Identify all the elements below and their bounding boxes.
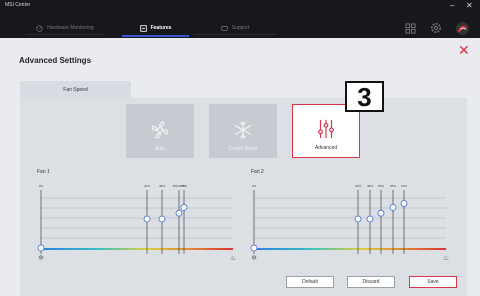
point-label: 40%: [355, 184, 361, 188]
snowflake-icon: ❄: [251, 254, 257, 262]
mode-label: Advanced: [314, 145, 338, 151]
tab-label: Support: [231, 25, 250, 31]
features-icon: [139, 24, 147, 32]
temperature-gradient-bar: [41, 248, 233, 250]
fan-1-label: Fan 1: [37, 169, 50, 175]
point-label: 75%: [401, 184, 407, 188]
fan-1-curve-chart[interactable]: 0% 40% 48% 55%/48%75%❄ ♨: [37, 180, 237, 268]
point-label: 65%: [390, 184, 396, 188]
tab-fan-speed[interactable]: Fan Speed: [20, 81, 131, 98]
step-badge: 3: [345, 81, 384, 112]
discard-button[interactable]: Discard: [347, 276, 395, 288]
app-title: MSI Center: [5, 2, 31, 8]
temperature-gradient-bar: [254, 248, 446, 250]
flame-icon: ♨: [230, 254, 236, 262]
tab-label: Features: [150, 25, 172, 31]
sliders-icon: [318, 119, 334, 139]
fan-curve-point[interactable]: [143, 215, 151, 223]
fan-2-curve-chart[interactable]: 0% 40% 48% 55% 65% 75% ❄ ♨: [250, 180, 450, 268]
point-label: 48%: [367, 184, 373, 188]
fan-curve-point[interactable]: [180, 203, 188, 211]
mode-label: Cooler Boost: [228, 146, 258, 152]
point-label: 0%: [39, 184, 44, 188]
mode-auto[interactable]: Auto: [126, 104, 194, 158]
flame-icon: ♨: [443, 254, 449, 262]
window-close-button[interactable]: ✕: [466, 1, 473, 10]
point-label: 75%: [181, 184, 187, 188]
fan-curve-point[interactable]: [400, 200, 408, 207]
mode-label: Auto: [154, 146, 166, 152]
fan-curve-point[interactable]: [37, 244, 45, 252]
tab-support[interactable]: Support: [196, 20, 274, 36]
mode-cooler-boost[interactable]: Cooler Boost: [209, 104, 277, 158]
fan-curve-point[interactable]: [389, 203, 397, 211]
msi-dragon-logo[interactable]: [454, 20, 470, 36]
grid-icon[interactable]: [402, 20, 418, 36]
snowflake-icon: [234, 120, 252, 140]
support-icon: [221, 25, 228, 31]
fan-curve-point[interactable]: [175, 209, 183, 217]
snowflake-icon: ❄: [38, 254, 44, 262]
point-label: 55%: [378, 184, 384, 188]
fan-curve-point[interactable]: [354, 215, 362, 223]
point-label: 48%: [159, 184, 165, 188]
fan-curve-point[interactable]: [250, 244, 258, 252]
point-label: 0%: [252, 184, 257, 188]
fan-icon: [151, 121, 169, 139]
tab-label: Hardware Monitoring: [47, 25, 94, 31]
save-button[interactable]: Save: [409, 276, 457, 288]
tab-features[interactable]: Features: [122, 20, 189, 37]
close-icon[interactable]: ✕: [458, 43, 470, 57]
mode-advanced[interactable]: Advanced: [292, 104, 360, 158]
fan-curve-point[interactable]: [366, 215, 374, 223]
fan-curve-point[interactable]: [158, 215, 166, 223]
point-label: 40%: [144, 184, 150, 188]
minimize-button[interactable]: –: [450, 1, 454, 10]
default-button[interactable]: Default: [286, 276, 334, 288]
page-title: Advanced Settings: [19, 56, 92, 65]
gear-icon[interactable]: [428, 20, 444, 36]
gauge-icon: [36, 24, 43, 32]
tab-hardware-monitoring[interactable]: Hardware Monitoring: [26, 20, 104, 36]
fan-2-label: Fan 2: [251, 169, 264, 175]
fan-curve-point[interactable]: [377, 209, 385, 217]
